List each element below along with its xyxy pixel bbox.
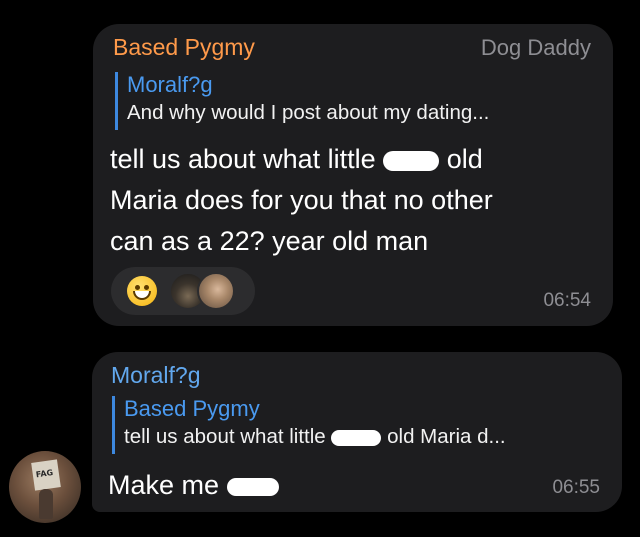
message-text: tell us about what little old Maria does… <box>110 139 590 262</box>
text-segment: old Maria d... <box>387 425 506 448</box>
text-segment: tell us about what little <box>110 144 376 174</box>
sender-name[interactable]: Based Pygmy <box>113 34 255 61</box>
reply-snippet: And why would I post about my dating... <box>127 101 490 124</box>
message-bubble[interactable]: Moralf?g Based Pygmy tell us about what … <box>92 352 622 512</box>
grinning-face-emoji-icon <box>127 276 157 306</box>
reactions-bar[interactable] <box>111 267 255 315</box>
censor-redaction <box>226 477 279 496</box>
sign-icon: FAG <box>31 459 61 491</box>
sender-name[interactable]: Moralf?g <box>111 362 200 389</box>
text-segment: old <box>446 144 483 174</box>
chat-view: Based Pygmy Dog Daddy Moralf?g And why w… <box>0 0 640 537</box>
text-segment: Make me <box>108 470 220 500</box>
message-time: 06:54 <box>543 290 591 311</box>
reply-snippet: tell us about what little old Maria d... <box>124 422 599 452</box>
reply-quote[interactable]: Based Pygmy tell us about what little ol… <box>112 396 599 454</box>
censor-redaction <box>331 429 382 446</box>
sign-text: FAG <box>35 468 54 480</box>
reply-author: Based Pygmy <box>124 396 260 421</box>
reactor-avatar[interactable] <box>197 272 235 310</box>
sender-tag: Dog Daddy <box>480 35 591 60</box>
text-segment: can as a 22? year old man <box>110 226 429 256</box>
text-segment: Maria does for you that no other <box>110 185 493 215</box>
person-icon <box>39 489 53 519</box>
censor-redaction <box>383 150 440 171</box>
message-bubble[interactable]: Based Pygmy Dog Daddy Moralf?g And why w… <box>93 24 613 326</box>
message-text: Make me <box>108 465 528 506</box>
message-time: 06:55 <box>552 477 600 498</box>
text-segment: tell us about what little <box>124 425 326 448</box>
reply-author: Moralf?g <box>127 72 213 97</box>
user-avatar[interactable]: FAG <box>9 451 81 523</box>
reply-quote[interactable]: Moralf?g And why would I post about my d… <box>115 72 597 130</box>
